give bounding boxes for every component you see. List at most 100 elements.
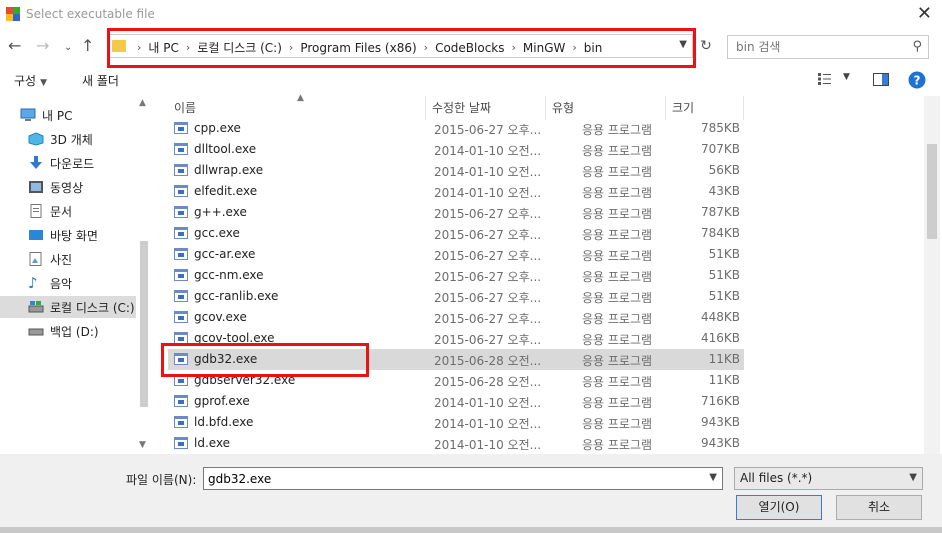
refresh-icon[interactable]: ↻ <box>696 36 716 56</box>
filename-combobox[interactable]: ▼ <box>203 467 723 490</box>
desktop-icon <box>28 228 44 242</box>
file-name: dlltool.exe <box>194 142 257 156</box>
filename-field[interactable] <box>204 468 699 489</box>
view-options-icon[interactable] <box>818 73 836 88</box>
file-date: 2014-01-10 오전... <box>434 165 542 179</box>
file-size: 707KB <box>700 142 740 156</box>
file-row[interactable]: gcc-ar.exe 2015-06-27 오후... 응용 프로그램 51KB <box>168 244 744 265</box>
file-size: 11KB <box>708 352 740 366</box>
column-header-type[interactable]: 유형 <box>546 96 666 120</box>
background-strip <box>0 527 942 533</box>
file-size: 51KB <box>708 247 740 261</box>
file-row[interactable]: elfedit.exe 2014-01-10 오전... 응용 프로그램 43KB <box>168 181 744 202</box>
new-folder-button[interactable]: 새 폴더 <box>82 72 119 89</box>
file-name: dllwrap.exe <box>194 163 264 177</box>
sidebar-item-my-pc[interactable]: 내 PC <box>0 104 136 126</box>
file-row[interactable]: cpp.exe 2015-06-27 오후... 응용 프로그램 785KB <box>168 118 744 139</box>
help-icon[interactable]: ? <box>908 71 926 92</box>
app-icon <box>6 7 20 21</box>
scrollbar-thumb[interactable] <box>927 144 937 239</box>
file-row[interactable]: dllwrap.exe 2014-01-10 오전... 응용 프로그램 56KB <box>168 160 744 181</box>
file-name: gcc-ar.exe <box>194 247 256 261</box>
scroll-up-icon[interactable]: ▲ <box>139 98 146 108</box>
sidebar-item-label: 문서 <box>50 204 73 219</box>
search-input[interactable] <box>728 36 898 58</box>
file-type-filter[interactable]: All files (*.*) ▼ <box>734 467 923 490</box>
sidebar-item-documents[interactable]: 문서 <box>0 200 136 222</box>
chevron-down-icon[interactable]: ▼ <box>843 72 850 82</box>
filename-label: 파일 이름(N): <box>126 473 197 487</box>
search-box[interactable]: ⚲ <box>727 35 929 59</box>
file-size: 784KB <box>700 226 740 240</box>
file-name: gcov.exe <box>194 310 247 324</box>
executable-icon <box>174 227 188 239</box>
column-header-name[interactable]: 이름 <box>168 96 426 120</box>
scrollbar-thumb[interactable] <box>140 241 148 407</box>
chevron-down-icon[interactable]: ▼ <box>709 472 717 483</box>
file-size: 51KB <box>708 268 740 282</box>
sidebar-item-label: 바탕 화면 <box>50 228 98 243</box>
file-date: 2015-06-27 오후... <box>434 333 542 347</box>
pc-icon <box>20 108 36 122</box>
file-type: 응용 프로그램 <box>582 417 653 431</box>
file-date: 2015-06-28 오전... <box>434 375 542 389</box>
file-type: 응용 프로그램 <box>582 375 653 389</box>
sidebar-item-pictures[interactable]: 사진 <box>0 248 136 270</box>
sidebar-item-backup-drive[interactable]: 백업 (D:) <box>0 320 136 342</box>
file-date: 2015-06-27 오후... <box>434 207 542 221</box>
sidebar-item-videos[interactable]: 동영상 <box>0 176 136 198</box>
executable-icon <box>174 395 188 407</box>
file-row[interactable]: gcc-ranlib.exe 2015-06-27 오후... 응용 프로그램 51K… <box>168 286 744 307</box>
file-row[interactable]: dlltool.exe 2014-01-10 오전... 응용 프로그램 707KB <box>168 139 744 160</box>
file-date: 2015-06-27 오후... <box>434 291 542 305</box>
file-type: 응용 프로그램 <box>582 186 653 200</box>
forward-arrow-icon[interactable]: → <box>36 37 49 55</box>
file-row[interactable]: gprof.exe 2014-01-10 오전... 응용 프로그램 716KB <box>168 391 744 412</box>
file-row[interactable]: ld.exe 2014-01-10 오전... 응용 프로그램 943KB <box>168 433 744 454</box>
file-type: 응용 프로그램 <box>582 207 653 221</box>
file-type: 응용 프로그램 <box>582 396 653 410</box>
executable-icon <box>174 164 188 176</box>
sidebar-item-desktop[interactable]: 바탕 화면 <box>0 224 136 246</box>
file-date: 2015-06-27 오후... <box>434 228 542 242</box>
cancel-button[interactable]: 취소 <box>836 495 922 520</box>
file-date: 2015-06-27 오후... <box>434 249 542 263</box>
file-size: 416KB <box>700 331 740 345</box>
preview-pane-icon[interactable] <box>873 73 889 89</box>
file-date: 2015-06-27 오후... <box>434 312 542 326</box>
sidebar-item-label: 다운로드 <box>50 156 95 171</box>
file-row[interactable]: g++.exe 2015-06-27 오후... 응용 프로그램 787KB <box>168 202 744 223</box>
file-name: gcc-ranlib.exe <box>194 289 279 303</box>
column-header-size[interactable]: 크기 <box>666 96 744 120</box>
file-name: ld.exe <box>194 436 231 450</box>
file-list-scrollbar[interactable] <box>924 96 940 454</box>
organize-label: 구성 <box>14 74 37 88</box>
sidebar-scrollbar[interactable]: ▲ ▼ <box>138 96 150 454</box>
executable-icon <box>174 185 188 197</box>
file-type: 응용 프로그램 <box>582 438 653 452</box>
file-type: 응용 프로그램 <box>582 144 653 158</box>
sidebar-item-music[interactable]: ♪ 음악 <box>0 272 136 294</box>
sidebar-item-3d-objects[interactable]: 3D 개체 <box>0 128 136 150</box>
file-size: 448KB <box>700 310 740 324</box>
search-icon[interactable]: ⚲ <box>912 39 922 54</box>
recent-locations-chevron-icon[interactable]: ⌄ <box>64 39 72 57</box>
back-arrow-icon[interactable]: ← <box>8 37 21 55</box>
organize-button[interactable]: 구성 ▼ <box>14 72 47 89</box>
column-header-date[interactable]: 수정한 날짜 <box>426 96 546 120</box>
up-arrow-icon[interactable]: ↑ <box>81 37 94 55</box>
close-icon[interactable]: ✕ <box>917 4 932 24</box>
open-button[interactable]: 열기(O) <box>736 495 822 520</box>
document-icon <box>28 204 44 218</box>
file-name: ld.bfd.exe <box>194 415 254 429</box>
scroll-down-icon[interactable]: ▼ <box>139 440 146 450</box>
sidebar-item-label: 3D 개체 <box>50 132 93 147</box>
file-row[interactable]: gcov.exe 2015-06-27 오후... 응용 프로그램 448KB <box>168 307 744 328</box>
sidebar-item-local-disk[interactable]: 로컬 디스크 (C:) <box>0 296 136 318</box>
sidebar-item-downloads[interactable]: 다운로드 <box>0 152 136 174</box>
file-size: 51KB <box>708 289 740 303</box>
navigation-pane: 내 PC 3D 개체 다운로드 동영상 문서 바탕 화면 사진 ♪ 음악 로컬 … <box>0 96 150 454</box>
file-row[interactable]: gcc.exe 2015-06-27 오후... 응용 프로그램 784KB <box>168 223 744 244</box>
file-row[interactable]: ld.bfd.exe 2014-01-10 오전... 응용 프로그램 943KB <box>168 412 744 433</box>
file-row[interactable]: gcc-nm.exe 2015-06-27 오후... 응용 프로그램 51KB <box>168 265 744 286</box>
